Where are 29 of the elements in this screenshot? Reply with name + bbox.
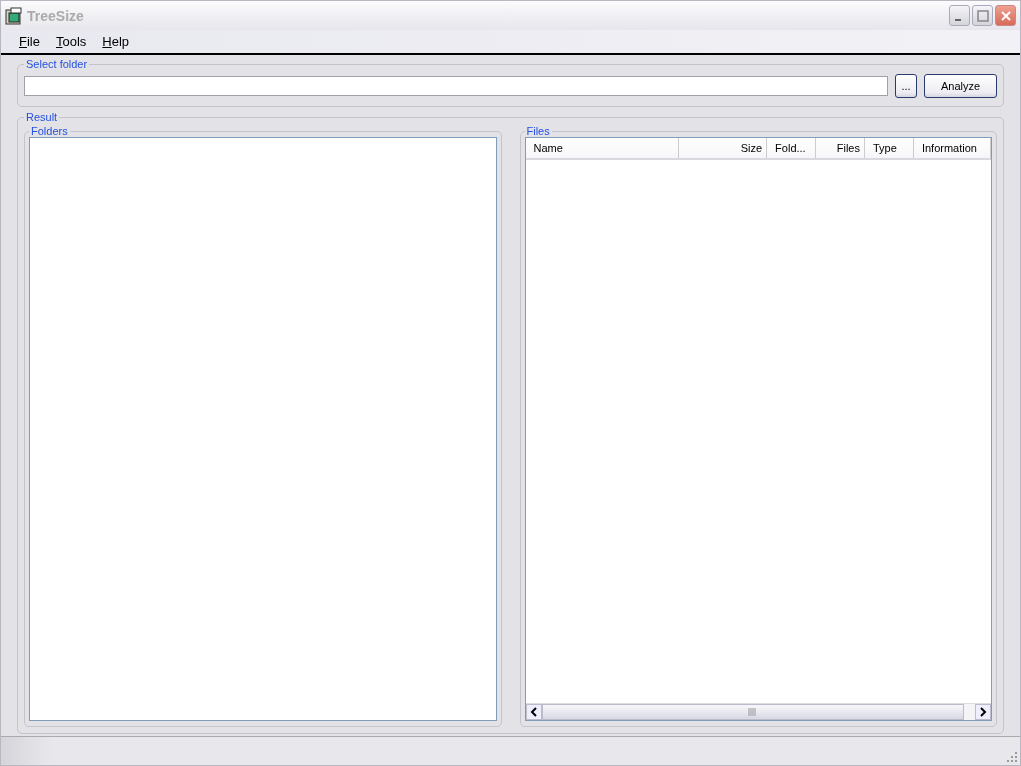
menu-item[interactable]: Tools (47, 34, 95, 49)
folder-icon (5, 6, 23, 25)
close-icon (999, 9, 1012, 22)
grip-icon (747, 708, 758, 716)
minimize-icon (955, 18, 961, 21)
column-header[interactable]: Files (816, 138, 865, 158)
window-title: TreeSize (27, 7, 84, 24)
column-header[interactable]: Size (679, 138, 768, 158)
resize-grip-icon (1006, 751, 1018, 763)
column-header[interactable]: Name (525, 138, 680, 158)
menu-item[interactable]: Help (94, 34, 138, 49)
group-legend: Folders (29, 125, 70, 137)
column-header[interactable]: Fold... (767, 138, 817, 158)
browse-button[interactable]: ... (895, 74, 917, 98)
column-header[interactable]: Information (913, 138, 991, 158)
group-legend: Select folder (24, 58, 90, 70)
analyze-button[interactable]: Analyze (924, 74, 997, 98)
group-legend: Result (24, 111, 60, 123)
file-list[interactable]: Name Size Fold... Files Type Information (524, 137, 992, 721)
minimize-button[interactable] (949, 5, 970, 26)
scroll-right-button[interactable] (975, 704, 991, 720)
maximize-button[interactable] (972, 5, 993, 26)
close-button[interactable] (995, 5, 1016, 26)
menu-item[interactable]: File (11, 34, 48, 49)
maximize-icon (976, 9, 989, 22)
folder-path-field[interactable] (24, 76, 888, 96)
group-legend: Files (524, 125, 552, 137)
column-header[interactable]: Type (865, 138, 914, 158)
scroll-left-button[interactable] (525, 704, 542, 720)
